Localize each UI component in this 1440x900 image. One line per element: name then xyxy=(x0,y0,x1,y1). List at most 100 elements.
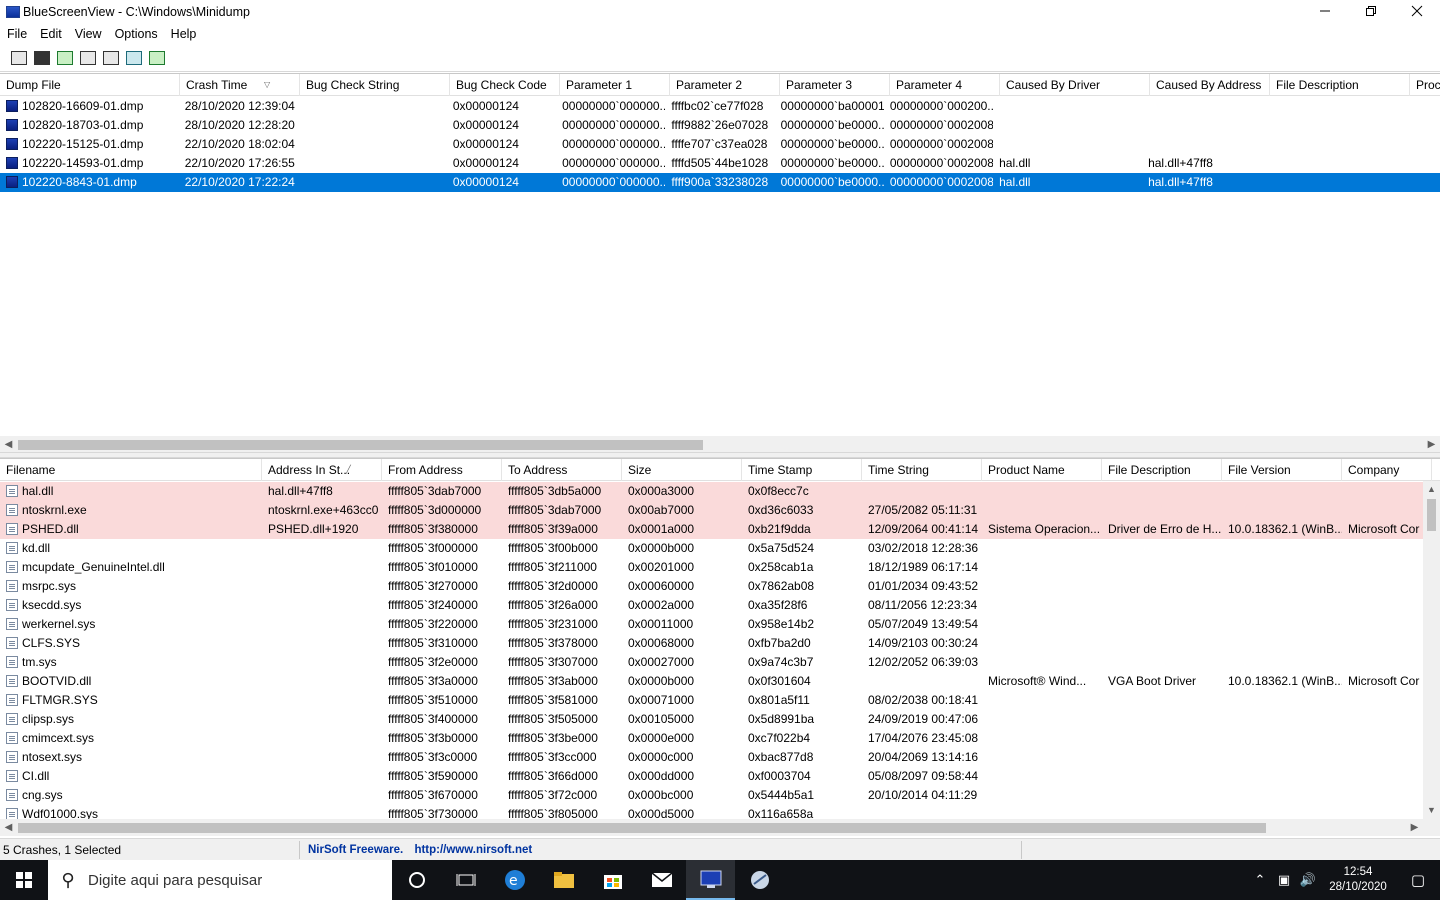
column-header-file-description[interactable]: File Description xyxy=(1102,459,1222,481)
copy-button[interactable] xyxy=(76,47,99,69)
module-row[interactable]: ntoskrnl.exe ntoskrnl.exe+463cc0 fffff805`… xyxy=(0,501,1440,520)
module-file-icon xyxy=(6,599,18,611)
refresh-button[interactable] xyxy=(53,47,76,69)
scroll-thumb[interactable] xyxy=(18,823,1266,833)
close-button[interactable] xyxy=(1394,0,1440,22)
cell-time-stamp: 0x0f301604 xyxy=(742,672,862,691)
store-button[interactable] xyxy=(588,860,637,900)
column-header-file-version[interactable]: File Version xyxy=(1222,459,1342,481)
properties-button[interactable] xyxy=(7,47,30,69)
cell-bug-check-code: 0x00000124 xyxy=(447,97,556,116)
cell-text: 22/10/2020 17:26:55 xyxy=(184,156,295,170)
crash-row[interactable]: 102220-15125-01.dmp 22/10/2020 18:02:04 0x… xyxy=(0,135,1440,154)
minimize-button[interactable] xyxy=(1302,0,1348,22)
taskbar-search[interactable]: ⚲ Digite aqui para pesquisar xyxy=(48,860,392,900)
crash-row[interactable]: 102220-8843-01.dmp 22/10/2020 17:22:24 0x0… xyxy=(0,173,1440,192)
menu-options[interactable]: Options xyxy=(108,27,164,41)
column-header-caused-by-address[interactable]: Caused By Address xyxy=(1150,74,1270,96)
advanced-options-button[interactable] xyxy=(99,47,122,69)
save-button[interactable] xyxy=(30,47,53,69)
column-header-label: From Address xyxy=(388,463,463,477)
scroll-left-icon[interactable]: ◀ xyxy=(0,819,17,836)
module-list-vscrollbar[interactable]: ▲ ▼ xyxy=(1423,481,1440,819)
module-row[interactable]: PSHED.dll PSHED.dll+1920 fffff805`3f380000… xyxy=(0,520,1440,539)
scroll-thumb[interactable] xyxy=(1427,499,1436,531)
column-header-product-name[interactable]: Product Name xyxy=(982,459,1102,481)
nirsoft-link[interactable]: NirSoft Freeware. http://www.nirsoft.net xyxy=(300,840,1022,859)
module-row[interactable]: clipsp.sys fffff805`3f400000 fffff805`3f50… xyxy=(0,710,1440,729)
column-header-bug-check-code[interactable]: Bug Check Code xyxy=(450,74,560,96)
volume-icon[interactable]: 🔊 xyxy=(1296,872,1320,888)
column-header-parameter-1[interactable]: Parameter 1 xyxy=(560,74,670,96)
crash-row[interactable]: 102820-16609-01.dmp 28/10/2020 12:39:04 0x… xyxy=(0,97,1440,116)
column-header-size[interactable]: Size xyxy=(622,459,742,481)
module-row[interactable]: ksecdd.sys fffff805`3f240000 fffff805`3f26… xyxy=(0,596,1440,615)
module-row[interactable]: cmimcext.sys fffff805`3f3b0000 fffff805`3f… xyxy=(0,729,1440,748)
module-row[interactable]: werkernel.sys fffff805`3f220000 fffff805`3… xyxy=(0,615,1440,634)
column-header-crash-time[interactable]: Crash Time ▽ xyxy=(180,74,300,96)
menu-help[interactable]: Help xyxy=(164,27,203,41)
module-row[interactable]: ntosext.sys fffff805`3f3c0000 fffff805`3f3… xyxy=(0,748,1440,767)
module-list[interactable]: Filename Address In St... ╱ From Address To … xyxy=(0,458,1440,838)
column-header-parameter-2[interactable]: Parameter 2 xyxy=(670,74,780,96)
cell-text: 0x0000c000 xyxy=(628,750,694,764)
module-row[interactable]: CLFS.SYS fffff805`3f310000 fffff805`3f3780… xyxy=(0,634,1440,653)
column-header-caused-by-driver[interactable]: Caused By Driver xyxy=(1000,74,1150,96)
scroll-down-icon[interactable]: ▼ xyxy=(1423,802,1440,819)
edge-button[interactable]: e xyxy=(490,860,539,900)
module-row[interactable]: tm.sys fffff805`3f2e0000 fffff805`3f307000… xyxy=(0,653,1440,672)
column-header-address-in-st[interactable]: Address In St... ╱ xyxy=(262,459,382,481)
module-row[interactable]: BOOTVID.dll fffff805`3f3a0000 fffff805`3f3… xyxy=(0,672,1440,691)
file-explorer-button[interactable] xyxy=(539,860,588,900)
task-view-icon xyxy=(456,874,475,886)
module-row[interactable]: mcupdate_GenuineIntel.dll fffff805`3f0100… xyxy=(0,558,1440,577)
column-header-company[interactable]: Company xyxy=(1342,459,1432,481)
scroll-right-icon[interactable]: ▶ xyxy=(1406,819,1423,836)
task-view-button[interactable] xyxy=(441,860,490,900)
clock-date: 28/10/2020 xyxy=(1329,881,1387,893)
cortana-button[interactable] xyxy=(392,860,441,900)
menu-edit[interactable]: Edit xyxy=(33,27,68,41)
module-row[interactable]: cng.sys fffff805`3f670000 fffff805`3f72c00… xyxy=(0,786,1440,805)
module-row[interactable]: hal.dll hal.dll+47ff8 fffff805`3dab7000 fff… xyxy=(0,482,1440,501)
module-row[interactable]: msrpc.sys fffff805`3f270000 fffff805`3f2d0… xyxy=(0,577,1440,596)
scroll-up-icon[interactable]: ▲ xyxy=(1423,481,1440,498)
notification-icon[interactable]: ▢ xyxy=(1396,871,1440,889)
column-header-parameter-3[interactable]: Parameter 3 xyxy=(780,74,890,96)
column-header-filename[interactable]: Filename xyxy=(0,459,262,481)
menu-file[interactable]: File xyxy=(0,27,33,41)
scroll-right-icon[interactable]: ▶ xyxy=(1423,436,1440,452)
crash-list-hscrollbar[interactable]: ◀ ▶ xyxy=(0,436,1440,452)
start-button[interactable] xyxy=(0,860,48,900)
mail-button[interactable] xyxy=(637,860,686,900)
scroll-left-icon[interactable]: ◀ xyxy=(0,436,17,452)
find-button[interactable] xyxy=(122,47,145,69)
module-row[interactable]: kd.dll fffff805`3f000000 fffff805`3f00b000… xyxy=(0,539,1440,558)
crash-row[interactable]: 102220-14593-01.dmp 22/10/2020 17:26:55 0x… xyxy=(0,154,1440,173)
column-header-time-stamp[interactable]: Time Stamp xyxy=(742,459,862,481)
clock[interactable]: 12:54 28/10/2020 xyxy=(1320,865,1396,895)
column-header-to-address[interactable]: To Address xyxy=(502,459,622,481)
column-header-parameter-4[interactable]: Parameter 4 xyxy=(890,74,1000,96)
menu-view[interactable]: View xyxy=(68,27,108,41)
column-header-proc[interactable]: Proc xyxy=(1410,74,1440,96)
network-icon[interactable]: ▣ xyxy=(1272,872,1296,888)
nirsoft-url[interactable]: http://www.nirsoft.net xyxy=(414,844,532,856)
snipping-tool-button[interactable] xyxy=(735,860,784,900)
crash-row[interactable]: 102820-18703-01.dmp 28/10/2020 12:28:20 0x… xyxy=(0,116,1440,135)
crash-list[interactable]: Dump File Crash Time ▽ Bug Check String Bug … xyxy=(0,73,1440,452)
module-row[interactable]: FLTMGR.SYS fffff805`3f510000 fffff805`3f58… xyxy=(0,691,1440,710)
cell-text: 102220-8843-01.dmp xyxy=(22,175,137,189)
chevron-up-icon[interactable]: ⌃ xyxy=(1248,872,1272,888)
column-header-time-string[interactable]: Time String xyxy=(862,459,982,481)
column-header-bug-check-string[interactable]: Bug Check String xyxy=(300,74,450,96)
module-row[interactable]: CI.dll fffff805`3f590000 fffff805`3f66d000… xyxy=(0,767,1440,786)
column-header-dump-file[interactable]: Dump File xyxy=(0,74,180,96)
restore-button[interactable] xyxy=(1348,0,1394,22)
module-list-hscrollbar[interactable]: ◀ ▶ xyxy=(0,819,1440,836)
column-header-from-address[interactable]: From Address xyxy=(382,459,502,481)
bluescreenview-taskbar-button[interactable] xyxy=(686,860,735,900)
scroll-thumb[interactable] xyxy=(18,440,703,450)
exit-button[interactable] xyxy=(145,47,168,69)
column-header-file-description[interactable]: File Description xyxy=(1270,74,1410,96)
